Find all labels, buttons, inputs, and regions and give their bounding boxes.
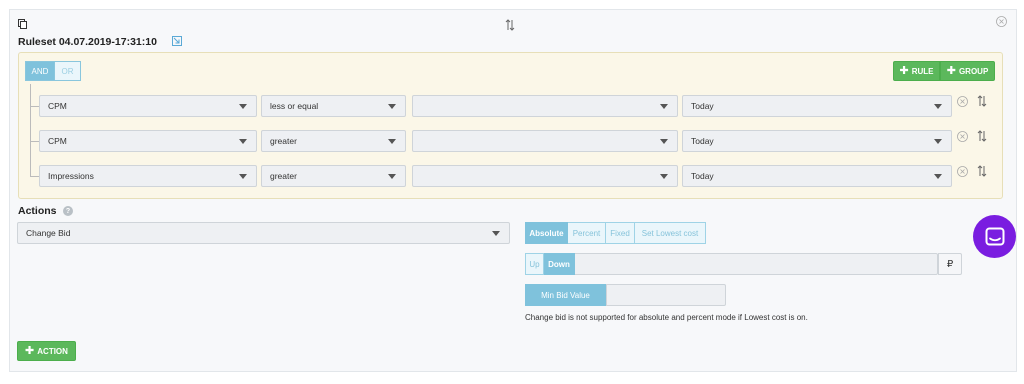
- logic-toggle: AND OR: [25, 61, 81, 81]
- close-circle-icon[interactable]: [957, 96, 968, 107]
- currency-ruble-icon: ₽: [938, 253, 962, 275]
- add-group-button[interactable]: ✚ GROUP: [940, 61, 995, 81]
- add-rule-button[interactable]: ✚ RULE: [893, 61, 940, 81]
- plus-icon: ✚: [946, 64, 956, 77]
- chevron-down-icon: [934, 104, 942, 109]
- chevron-down-icon: [934, 174, 942, 179]
- chevron-down-icon: [660, 104, 668, 109]
- chat-launcher[interactable]: [973, 215, 1016, 258]
- rule-period-value: Today: [691, 136, 714, 146]
- tab-fixed[interactable]: Fixed: [606, 222, 635, 244]
- rule-field-value: CPM: [48, 101, 67, 111]
- add-action-label: ACTION: [37, 346, 68, 356]
- ruleset-title: Ruleset 04.07.2019-17:31:10: [18, 36, 157, 48]
- chevron-down-icon: [239, 104, 247, 109]
- tab-down[interactable]: Down: [544, 253, 575, 275]
- chevron-down-icon: [239, 174, 247, 179]
- rule-value-select[interactable]: [412, 165, 678, 187]
- plus-icon: ✚: [899, 64, 909, 77]
- bid-note: Change bid is not supported for absolute…: [525, 313, 808, 322]
- help-icon[interactable]: ?: [63, 206, 73, 216]
- rule-operator-value: greater: [270, 136, 297, 146]
- rule-period-value: Today: [691, 171, 714, 181]
- edit-link-icon[interactable]: [172, 36, 182, 46]
- action-type-select[interactable]: Change Bid: [17, 222, 510, 244]
- chevron-down-icon: [239, 139, 247, 144]
- bid-mode-tabs: Absolute Percent Fixed Set Lowest cost: [525, 222, 706, 244]
- plus-icon: ✚: [25, 344, 35, 357]
- close-circle-icon[interactable]: [957, 166, 968, 177]
- add-action-button[interactable]: ✚ ACTION: [17, 341, 76, 361]
- bid-amount-field[interactable]: [525, 253, 938, 275]
- tab-percent[interactable]: Percent: [568, 222, 606, 244]
- rule-period-value: Today: [691, 101, 714, 111]
- chevron-down-icon: [660, 174, 668, 179]
- close-circle-icon[interactable]: [957, 131, 968, 142]
- min-bid-label: Min Bid Value: [525, 284, 606, 306]
- copy-icon[interactable]: [18, 19, 27, 29]
- rule-value-select[interactable]: [412, 130, 678, 152]
- rule-field-select[interactable]: CPM: [39, 130, 257, 152]
- and-button[interactable]: AND: [25, 61, 55, 81]
- close-circle-icon[interactable]: [996, 16, 1007, 27]
- rule-operator-value: greater: [270, 171, 297, 181]
- rule-field-select[interactable]: Impressions: [39, 165, 257, 187]
- chevron-down-icon: [660, 139, 668, 144]
- chat-icon: [985, 227, 1004, 245]
- chevron-down-icon: [388, 104, 396, 109]
- rule-period-select[interactable]: Today: [682, 95, 952, 117]
- direction-tabs: Up Down: [525, 253, 575, 275]
- tab-up[interactable]: Up: [525, 253, 544, 275]
- chevron-down-icon: [388, 139, 396, 144]
- sort-icon[interactable]: [977, 165, 987, 177]
- rule-field-value: CPM: [48, 136, 67, 146]
- chevron-down-icon: [934, 139, 942, 144]
- chevron-down-icon: [492, 231, 500, 236]
- rule-field-value: Impressions: [48, 171, 94, 181]
- or-button[interactable]: OR: [55, 61, 81, 81]
- rule-period-select[interactable]: Today: [682, 130, 952, 152]
- rule-operator-value: less or equal: [270, 101, 319, 111]
- rule-operator-select[interactable]: less or equal: [261, 95, 406, 117]
- chevron-down-icon: [388, 174, 396, 179]
- action-type-value: Change Bid: [26, 228, 71, 238]
- tab-absolute[interactable]: Absolute: [525, 222, 568, 244]
- actions-heading: Actions: [18, 205, 57, 217]
- tab-set-lowest-cost[interactable]: Set Lowest cost: [635, 222, 706, 244]
- rule-field-select[interactable]: CPM: [39, 95, 257, 117]
- sort-icon[interactable]: [505, 19, 515, 31]
- rule-operator-select[interactable]: greater: [261, 130, 406, 152]
- add-rule-label: RULE: [911, 66, 934, 76]
- sort-icon[interactable]: [977, 130, 987, 142]
- sort-icon[interactable]: [977, 95, 987, 107]
- rule-operator-select[interactable]: greater: [261, 165, 406, 187]
- rule-value-select[interactable]: [412, 95, 678, 117]
- min-bid-input[interactable]: [606, 284, 726, 306]
- rule-period-select[interactable]: Today: [682, 165, 952, 187]
- add-group-label: GROUP: [958, 66, 989, 76]
